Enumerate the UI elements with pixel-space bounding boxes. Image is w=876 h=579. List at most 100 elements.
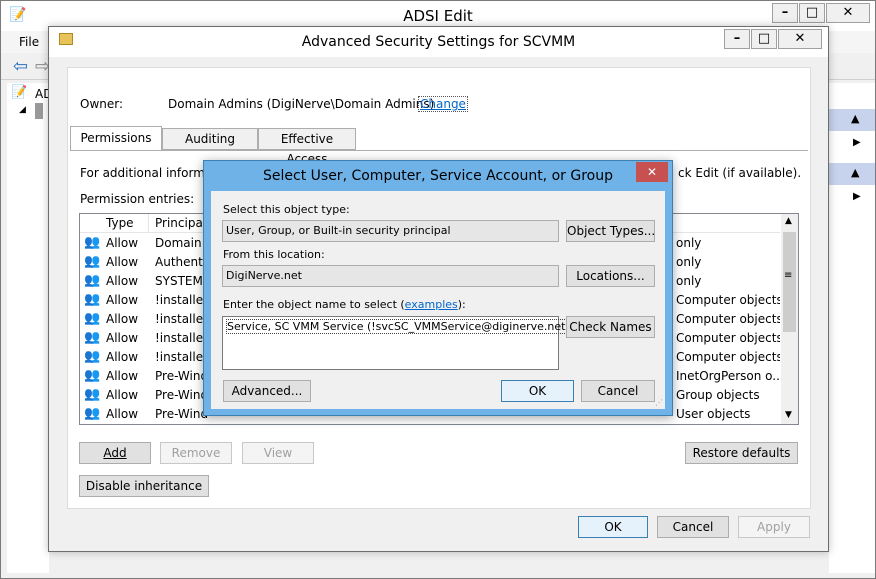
col-principal-header[interactable]: Principal [155, 216, 206, 230]
scroll-up-icon[interactable]: ▲ [785, 216, 792, 226]
actions-header-2[interactable]: ▲ [829, 163, 875, 185]
row-principal: Pre-Wind [155, 369, 208, 383]
apply-button[interactable]: Apply [738, 516, 810, 538]
resize-grip-icon[interactable]: ⋰ [655, 398, 663, 407]
scroll-thumb[interactable] [783, 232, 796, 332]
locations-button[interactable]: Locations... [566, 265, 655, 287]
row-principal: !installer [155, 350, 208, 364]
tab-permissions[interactable]: Permissions [70, 126, 162, 151]
row-applies-to: Computer objects [676, 312, 780, 326]
adv-titlebar: Advanced Security Settings for SCVMM – □… [49, 27, 828, 57]
restore-defaults-button[interactable]: Restore defaults [685, 442, 798, 464]
actions-header-1[interactable]: ▲ [829, 109, 875, 131]
row-principal: Domain A [155, 236, 208, 250]
col-divider [148, 214, 149, 233]
user-group-icon: 👥 [84, 254, 101, 269]
col-type-header[interactable]: Type [106, 216, 134, 230]
disable-inheritance-button[interactable]: Disable inheritance [79, 475, 209, 497]
adv-close-button[interactable]: ✕ [778, 29, 822, 49]
user-group-icon: 👥 [84, 330, 101, 345]
action-arrow-icon[interactable]: ▶ [853, 137, 861, 148]
remove-button[interactable]: Remove [160, 442, 232, 464]
row-principal: !installer [155, 331, 208, 345]
collapse-up-icon: ▲ [851, 166, 860, 179]
select-ok-button[interactable]: OK [501, 380, 574, 402]
user-group-icon: 👥 [84, 273, 101, 288]
adsi-minimize-button[interactable]: – [772, 3, 798, 23]
back-arrow-icon[interactable]: ⇦ [13, 56, 28, 77]
user-group-icon: 👥 [84, 311, 101, 326]
row-principal: SYSTEM [155, 274, 203, 288]
user-group-icon: 👥 [84, 235, 101, 250]
info-text-right: ck Edit (if available). [678, 166, 802, 180]
row-type: Allow [106, 312, 139, 326]
tree-child-icon [35, 103, 43, 119]
owner-value: Domain Admins (DigiNerve\Domain Admins) [168, 97, 435, 111]
permission-entries-label: Permission entries: [80, 192, 195, 206]
adv-minimize-button[interactable]: – [724, 29, 750, 49]
adsi-maximize-button[interactable]: □ [799, 3, 825, 23]
view-button[interactable]: View [242, 442, 314, 464]
row-applies-to: Computer objects [676, 350, 780, 364]
enter-name-label-pre: Enter the object name to select ( [223, 298, 405, 311]
object-types-button[interactable]: Object Types... [566, 220, 655, 242]
row-principal: !installer [155, 293, 208, 307]
ok-button[interactable]: OK [578, 516, 648, 538]
add-button[interactable]: Add [79, 442, 151, 464]
row-applies-to: Group objects [676, 388, 760, 402]
info-text-left: For additional informati [80, 166, 221, 180]
user-group-icon: 👥 [84, 292, 101, 307]
tree-expand-icon[interactable]: ◢ [19, 105, 26, 115]
tab-panel-border [70, 150, 808, 151]
row-type: Allow [106, 293, 139, 307]
adv-maximize-button[interactable]: □ [751, 29, 777, 49]
row-applies-to: Computer objects [676, 293, 780, 307]
cancel-button[interactable]: Cancel [657, 516, 729, 538]
enter-name-label: Enter the object name to select (example… [223, 298, 466, 311]
user-group-icon: 👥 [84, 387, 101, 402]
row-applies-to: User objects [676, 407, 751, 421]
action-arrow-icon[interactable]: ▶ [853, 191, 861, 202]
menu-file[interactable]: File [19, 35, 39, 49]
row-applies-to: only [676, 274, 702, 288]
select-close-button[interactable]: ✕ [636, 162, 668, 182]
examples-link[interactable]: examples [405, 298, 458, 311]
row-applies-to: only [676, 236, 702, 250]
row-applies-to: only [676, 255, 702, 269]
row-type: Allow [106, 331, 139, 345]
scroll-grip-icon: ≡ [784, 270, 793, 281]
row-principal: !installer [155, 312, 208, 326]
check-names-button[interactable]: Check Names [566, 316, 655, 338]
tree-root-icon: 📝 [11, 85, 28, 100]
select-cancel-button[interactable]: Cancel [581, 380, 655, 402]
object-type-label: Select this object type: [223, 203, 350, 216]
enter-name-label-post: ): [457, 298, 466, 311]
adsi-actions-pane: ▲ ▶ ▲ ▶ [829, 83, 875, 573]
select-dialog-body: Select this object type: User, Group, or… [211, 191, 665, 409]
row-type: Allow [106, 369, 139, 383]
scroll-down-icon[interactable]: ▼ [785, 410, 792, 420]
row-type: Allow [106, 350, 139, 364]
adsi-tree-pane: 📝 AD ◢ [7, 83, 52, 573]
change-owner-link[interactable]: Change [418, 96, 468, 112]
tab-effective-access[interactable]: Effective Access [258, 128, 356, 166]
row-type: Allow [106, 236, 139, 250]
select-dialog-title: Select User, Computer, Service Account, … [263, 168, 613, 184]
location-field: DigiNerve.net [222, 265, 559, 287]
row-type: Allow [106, 407, 139, 421]
owner-label: Owner: [80, 97, 124, 111]
advanced-button[interactable]: Advanced... [223, 380, 311, 402]
row-principal: Pre-Wind [155, 407, 208, 421]
adsi-close-button[interactable]: ✕ [826, 3, 870, 23]
select-user-dialog: Select User, Computer, Service Account, … [203, 160, 673, 416]
tab-label: Auditing [184, 132, 236, 146]
user-group-icon: 👥 [84, 406, 101, 421]
user-group-icon: 👥 [84, 349, 101, 364]
row-type: Allow [106, 255, 139, 269]
tab-auditing[interactable]: Auditing [162, 128, 258, 150]
row-type: Allow [106, 274, 139, 288]
user-group-icon: 👥 [84, 368, 101, 383]
vertical-scrollbar[interactable]: ▲ ≡ ▼ [781, 214, 798, 424]
object-name-textarea[interactable]: Service, SC VMM Service (!svcSC_VMMServi… [222, 316, 571, 370]
row-applies-to: Computer objects [676, 331, 780, 345]
